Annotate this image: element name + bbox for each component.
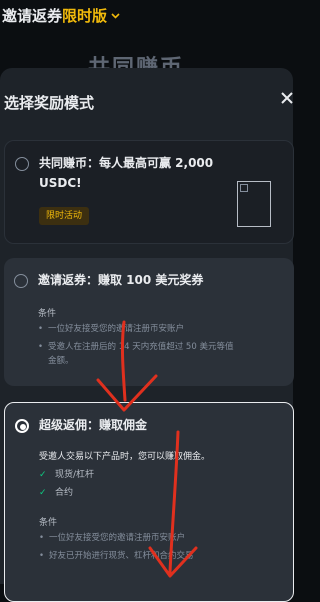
annotation-stroke bbox=[168, 430, 180, 574]
annotation-arrowhead bbox=[96, 374, 158, 412]
annotation-arrowhead bbox=[148, 546, 198, 578]
annotation-arrows bbox=[96, 320, 198, 578]
annotation-stroke bbox=[120, 320, 127, 402]
